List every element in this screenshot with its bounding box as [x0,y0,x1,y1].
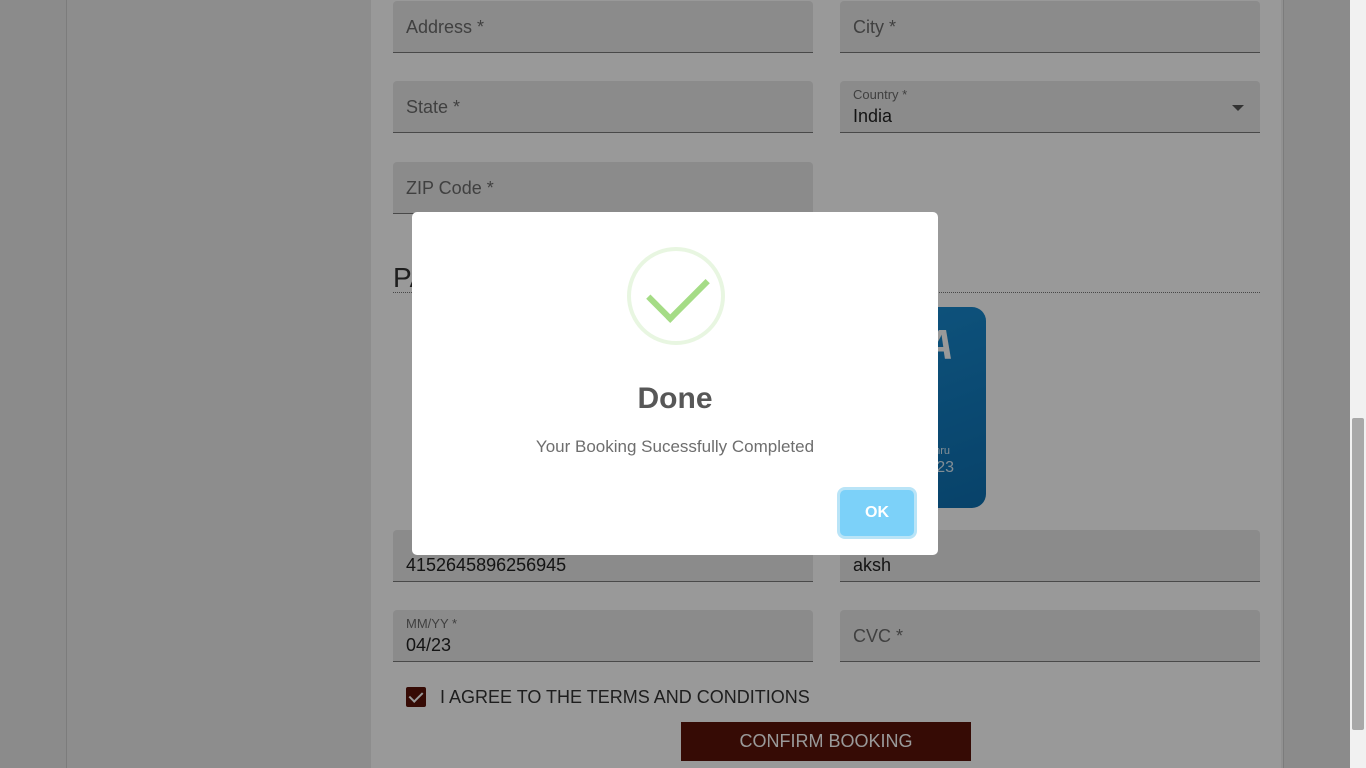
dialog-message: Your Booking Sucessfully Completed [535,437,815,456]
ok-button[interactable]: OK [840,490,914,536]
scrollbar-thumb[interactable] [1352,418,1364,730]
dialog-title: Done [637,382,713,415]
page-scrollbar[interactable] [1350,0,1366,768]
success-dialog: Done Your Booking Sucessfully Completed … [412,212,938,555]
